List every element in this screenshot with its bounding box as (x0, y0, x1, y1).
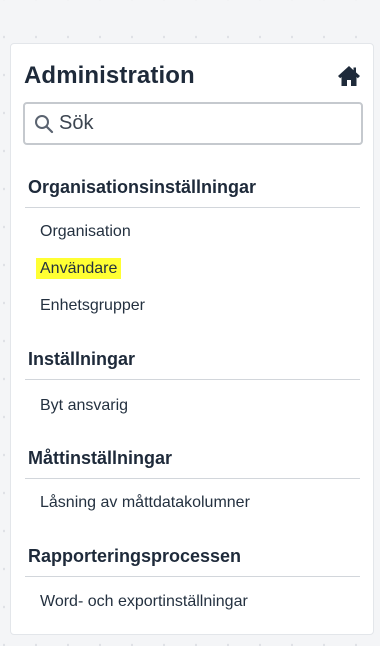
menu-item-organisation[interactable]: Organisation (40, 223, 131, 241)
search-box[interactable] (23, 102, 363, 145)
search-input[interactable] (59, 108, 349, 139)
admin-panel: Administration Organisationsinställninga… (10, 43, 374, 635)
section-divider (25, 478, 360, 479)
section-title-rapporteringsprocessen: Rapporteringsprocessen (28, 546, 242, 566)
menu-item-word-och-exportinstallningar[interactable]: Word- och exportinställningar (40, 593, 248, 611)
section-divider (25, 207, 360, 208)
panel-title: Administration (24, 62, 195, 89)
section-divider (25, 379, 360, 380)
section-title-mattinstallningar: Måttinställningar (28, 448, 173, 468)
section-divider (25, 576, 360, 577)
section-title-installningar: Inställningar (28, 349, 136, 369)
menu-item-anvandare[interactable]: Användare (36, 258, 122, 279)
menu-item-lasning-av-mattdatakolumner[interactable]: Låsning av måttdatakolumner (40, 494, 250, 512)
menu-item-enhetsgrupper[interactable]: Enhetsgrupper (40, 297, 145, 315)
menu-item-byt-ansvarig[interactable]: Byt ansvarig (40, 397, 128, 415)
home-icon[interactable] (337, 65, 361, 87)
menu-item-anvandare-label: Användare (36, 258, 122, 279)
search-icon (35, 115, 54, 134)
panel-header: Administration (24, 60, 361, 94)
section-title-organisationsinstallningar: Organisationsinställningar (28, 177, 257, 197)
